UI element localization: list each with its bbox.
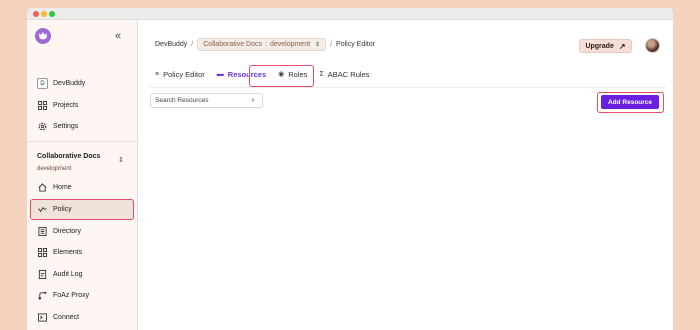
tab-policy-editor[interactable]: ≡ Policy Editor bbox=[155, 70, 205, 79]
chevron-up-down-icon: ⇕ bbox=[315, 42, 321, 48]
home-icon bbox=[37, 183, 47, 193]
filter-lines-icon: ≡ bbox=[155, 70, 160, 78]
sidebar-item-policy[interactable]: Policy bbox=[31, 200, 134, 219]
tab-abac-rules[interactable]: Σ ABAC Rules bbox=[319, 70, 369, 79]
app-logo[interactable] bbox=[35, 28, 51, 44]
breadcrumb-separator: / bbox=[330, 41, 333, 48]
tab-label: Roles bbox=[288, 69, 308, 79]
document-icon bbox=[37, 270, 47, 280]
directory-icon bbox=[37, 227, 47, 237]
sidebar-item-label: Projects bbox=[53, 102, 79, 109]
breadcrumb-separator: / bbox=[191, 41, 194, 48]
sidebar-item-label: Policy bbox=[53, 206, 72, 213]
sidebar-item-home[interactable]: Home bbox=[31, 178, 134, 197]
sidebar-item-audit-log[interactable]: Audit Log bbox=[31, 265, 134, 284]
breadcrumb-page: Policy Editor bbox=[336, 41, 375, 48]
proxy-icon bbox=[37, 291, 47, 301]
breadcrumb-project: Collaborative Docs bbox=[203, 41, 262, 48]
folder-icon: ▬ bbox=[216, 70, 224, 78]
project-name[interactable]: Collaborative Docs bbox=[37, 153, 100, 160]
sidebar-item-foaz-proxy[interactable]: FoAz Proxy bbox=[31, 286, 134, 305]
arrow-up-right-icon: ↗ bbox=[618, 41, 626, 51]
user-avatar[interactable] bbox=[645, 38, 660, 53]
sidebar-item-connect[interactable]: Connect bbox=[31, 308, 134, 327]
project-environment: development bbox=[37, 166, 72, 172]
sidebar-item-label: Home bbox=[53, 184, 72, 191]
grid-icon bbox=[37, 101, 47, 111]
search-icon[interactable]: ⌕ bbox=[251, 97, 255, 105]
tab-roles[interactable]: ◉ Roles bbox=[278, 70, 307, 79]
sidebar-divider bbox=[27, 141, 138, 142]
minimize-window-button[interactable] bbox=[41, 11, 47, 17]
sidebar-item-elements[interactable]: Elements bbox=[31, 243, 134, 262]
tab-label: ABAC Rules bbox=[327, 69, 370, 79]
sidebar-item-label: Connect bbox=[53, 314, 80, 321]
close-window-button[interactable] bbox=[33, 11, 39, 17]
grid-icon bbox=[37, 248, 47, 258]
sidebar-item-directory[interactable]: Directory bbox=[31, 222, 134, 241]
breadcrumb-org[interactable]: DevBuddy bbox=[155, 41, 187, 48]
org-avatar: D bbox=[37, 78, 48, 89]
sidebar-item-label: Directory bbox=[53, 228, 82, 235]
breadcrumb-env: development bbox=[269, 41, 311, 48]
sidebar-item-projects[interactable]: Projects bbox=[31, 96, 134, 115]
gear-icon bbox=[37, 122, 47, 132]
sidebar-item-label: Elements bbox=[53, 249, 83, 256]
upgrade-button[interactable]: Upgrade ↗ bbox=[579, 39, 632, 53]
breadcrumb-project-switcher[interactable]: Collaborative Docs : development ⇕ bbox=[197, 38, 327, 51]
main-content: DevBuddy / Collaborative Docs : developm… bbox=[138, 20, 673, 330]
tab-resources[interactable]: ▬ Resources bbox=[217, 70, 266, 79]
sidebar-item-label: Settings bbox=[53, 123, 79, 130]
add-resource-button[interactable]: Add Resource bbox=[601, 95, 659, 109]
breadcrumb-env-separator: : bbox=[265, 41, 267, 48]
upgrade-label: Upgrade bbox=[585, 42, 614, 50]
project-switcher-chevron-icon[interactable]: ⇕ bbox=[118, 157, 124, 165]
editor-tabs: ≡ Policy Editor ▬ Resources ◉ Roles Σ AB… bbox=[155, 67, 381, 81]
sidebar: « D DevBuddy Projects Settings Collabora… bbox=[27, 20, 138, 330]
policy-icon bbox=[37, 205, 47, 215]
title-bar bbox=[27, 8, 673, 20]
org-name: DevBuddy bbox=[53, 80, 86, 87]
search-input[interactable] bbox=[155, 97, 251, 104]
tabs-divider bbox=[150, 87, 666, 88]
sidebar-item-label: FoAz Proxy bbox=[53, 292, 90, 299]
breadcrumb: DevBuddy / Collaborative Docs : developm… bbox=[155, 38, 375, 51]
search-resources[interactable]: ⌕ bbox=[150, 93, 263, 108]
tab-label: Resources bbox=[227, 69, 267, 79]
org-switcher[interactable]: D DevBuddy bbox=[31, 74, 134, 93]
sidebar-item-settings[interactable]: Settings bbox=[31, 117, 134, 136]
app-window: « D DevBuddy Projects Settings Collabora… bbox=[27, 8, 673, 330]
terminal-icon bbox=[37, 313, 47, 323]
sigma-icon: Σ bbox=[319, 70, 324, 78]
user-circle-icon: ◉ bbox=[278, 71, 285, 78]
tab-label: Policy Editor bbox=[163, 69, 205, 79]
maximize-window-button[interactable] bbox=[49, 11, 55, 17]
sidebar-item-label: Audit Log bbox=[53, 271, 83, 278]
collapse-sidebar-icon[interactable]: « bbox=[115, 30, 121, 42]
